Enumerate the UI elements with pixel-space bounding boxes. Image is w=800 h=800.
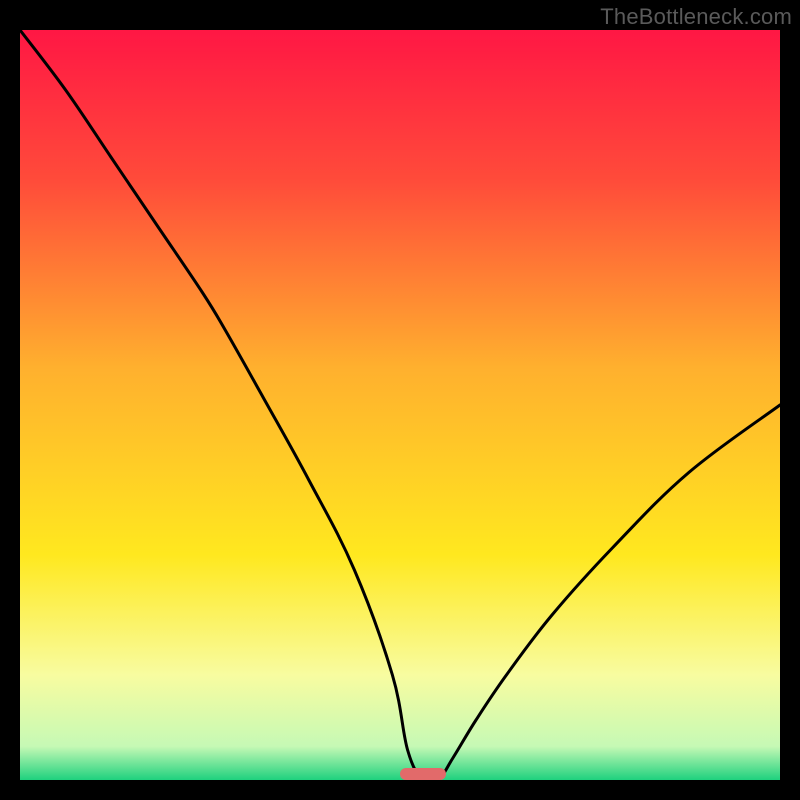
chart-svg bbox=[20, 30, 780, 780]
optimal-marker bbox=[400, 768, 446, 780]
chart-frame: TheBottleneck.com bbox=[0, 0, 800, 800]
watermark-text: TheBottleneck.com bbox=[600, 4, 792, 30]
plot-area bbox=[20, 30, 780, 780]
gradient-rect bbox=[20, 30, 780, 780]
